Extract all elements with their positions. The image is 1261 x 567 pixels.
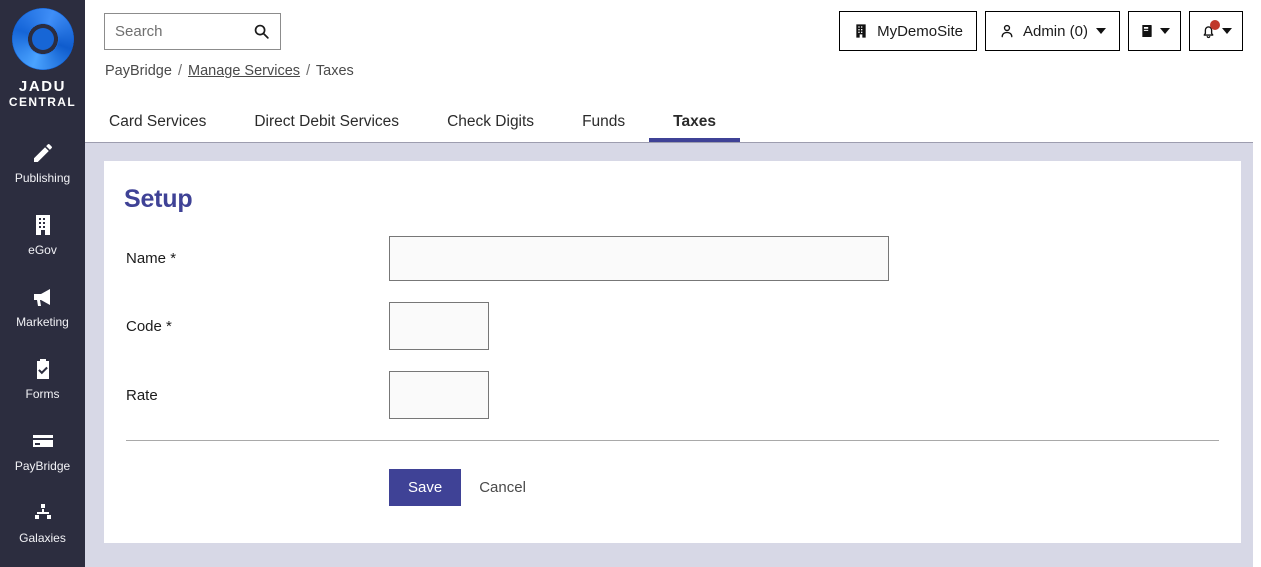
page-title: Setup — [124, 185, 193, 213]
tab-bar: Card Services Direct Debit Services Chec… — [105, 113, 740, 143]
user-icon — [999, 23, 1015, 39]
brand-name-line1: JADU — [18, 78, 67, 95]
tab-check-digits[interactable]: Check Digits — [423, 113, 558, 143]
manual-menu-button[interactable] — [1128, 11, 1181, 51]
breadcrumb-separator: / — [177, 63, 182, 79]
sidebar-item-label: Marketing — [16, 315, 69, 330]
sidebar-item-label: eGov — [28, 243, 57, 258]
brand-logo[interactable]: JADU CENTRAL — [0, 0, 85, 109]
sidebar-item-paybridge[interactable]: PayBridge — [0, 415, 85, 487]
main-region: PayBridge / Manage Services / Taxes MyDe… — [85, 0, 1261, 567]
breadcrumb-current: Taxes — [315, 63, 354, 79]
chevron-down-icon — [1222, 28, 1232, 34]
setup-form: Name * Code * Rate — [124, 236, 1221, 419]
sidebar-item-marketing[interactable]: Marketing — [0, 271, 85, 343]
setup-card: Setup Name * Code * Rate Save Cancel — [104, 161, 1241, 543]
app-root: JADU CENTRAL Publishing eGov Marketing F… — [0, 0, 1261, 567]
brand-name-line2: CENTRAL — [8, 94, 77, 109]
sidebar: JADU CENTRAL Publishing eGov Marketing F… — [0, 0, 85, 567]
admin-menu-button[interactable]: Admin (0) — [984, 11, 1120, 51]
sidebar-item-galaxies[interactable]: Galaxies — [0, 487, 85, 559]
name-label: Name * — [124, 250, 389, 267]
form-row-code: Code * — [124, 302, 1221, 350]
breadcrumb-root: PayBridge — [105, 63, 172, 79]
sidebar-item-label: Galaxies — [19, 531, 66, 546]
name-field[interactable] — [389, 236, 889, 281]
sidebar-nav: Publishing eGov Marketing Forms PayBridg… — [0, 127, 85, 559]
sidebar-item-label: PayBridge — [14, 459, 71, 474]
notification-badge — [1210, 19, 1220, 30]
building-icon — [31, 213, 55, 237]
site-switcher-label: MyDemoSite — [877, 22, 963, 40]
sidebar-item-egov[interactable]: eGov — [0, 199, 85, 271]
search-container — [104, 13, 281, 50]
credit-card-icon — [31, 429, 55, 453]
tab-taxes[interactable]: Taxes — [649, 113, 740, 143]
search-box[interactable] — [104, 13, 281, 50]
rate-label-text: Rate — [126, 386, 158, 404]
site-switcher-button[interactable]: MyDemoSite — [839, 11, 977, 51]
cancel-button[interactable]: Cancel — [471, 479, 534, 496]
search-input[interactable] — [115, 23, 253, 40]
chevron-down-icon — [1160, 28, 1170, 34]
admin-menu-label: Admin (0) — [1022, 22, 1088, 40]
code-field[interactable] — [389, 302, 489, 350]
sitemap-icon — [31, 501, 55, 525]
required-marker: * — [166, 317, 172, 335]
form-row-rate: Rate — [124, 371, 1221, 419]
code-label-text: Code — [126, 317, 162, 335]
clipboard-check-icon — [31, 357, 55, 381]
tab-card-services[interactable]: Card Services — [105, 113, 230, 143]
sidebar-item-label: Publishing — [14, 171, 71, 186]
required-marker: * — [170, 250, 177, 267]
sidebar-item-forms[interactable]: Forms — [0, 343, 85, 415]
form-row-name: Name * — [124, 236, 1221, 281]
form-divider — [126, 440, 1219, 441]
jadu-ring-logo-icon — [11, 8, 74, 70]
pencil-icon — [31, 141, 55, 165]
name-label-text: Name — [126, 250, 167, 267]
code-label: Code * — [124, 318, 389, 335]
rate-field[interactable] — [389, 371, 489, 419]
top-bar: PayBridge / Manage Services / Taxes MyDe… — [85, 0, 1261, 143]
sidebar-item-publishing[interactable]: Publishing — [0, 127, 85, 199]
search-icon[interactable] — [253, 23, 270, 40]
book-icon — [1139, 23, 1155, 39]
rate-label: Rate — [124, 387, 389, 404]
megaphone-icon — [31, 285, 55, 309]
tab-direct-debit-services[interactable]: Direct Debit Services — [230, 113, 423, 143]
content-area: Setup Name * Code * Rate Save Cancel — [85, 143, 1261, 567]
right-edge-gutter — [1253, 0, 1261, 567]
tab-funds[interactable]: Funds — [558, 113, 649, 143]
header-actions: MyDemoSite Admin (0) — [839, 11, 1243, 51]
building-icon — [853, 23, 869, 39]
breadcrumb: PayBridge / Manage Services / Taxes — [105, 63, 354, 79]
form-actions: Save Cancel — [124, 469, 1221, 506]
breadcrumb-separator: / — [306, 63, 311, 79]
bell-icon — [1200, 19, 1220, 40]
notifications-button[interactable] — [1189, 11, 1243, 51]
chevron-down-icon — [1096, 28, 1106, 34]
sidebar-item-label: Forms — [25, 387, 60, 402]
save-button[interactable]: Save — [389, 469, 462, 506]
breadcrumb-link-manage-services[interactable]: Manage Services — [188, 63, 300, 79]
